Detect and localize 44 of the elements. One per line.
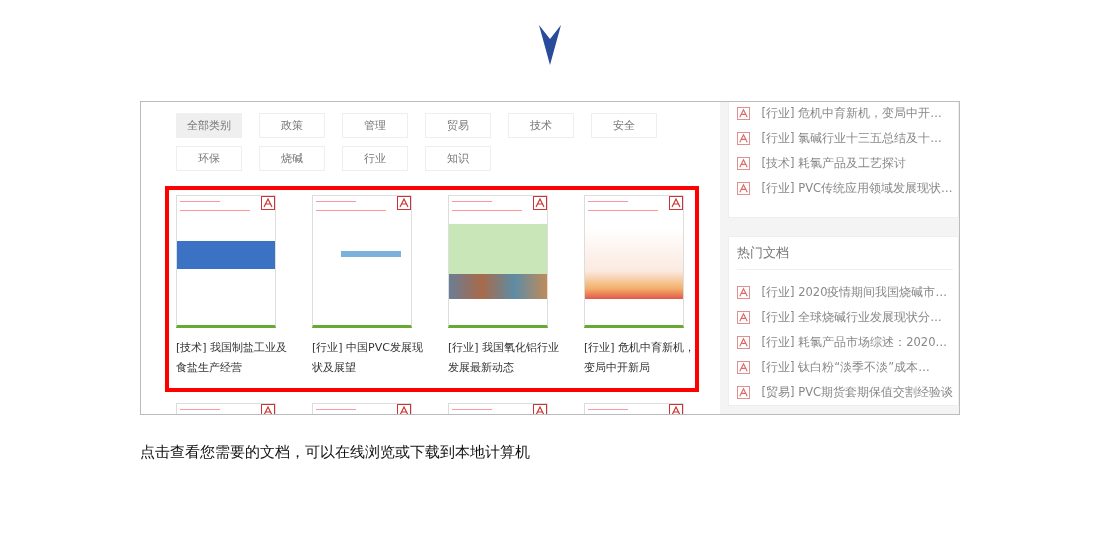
category-filter[interactable]: 全部类别 [176,113,242,138]
category-filter[interactable]: 政策 [259,113,325,138]
category-filter[interactable]: 贸易 [425,113,491,138]
document-link[interactable]: [行业] 全球烧碱行业发展现状分… [761,310,942,325]
document-link[interactable]: [行业] 氯碱行业十三五总结及十… [761,131,942,146]
pdf-icon [736,386,750,399]
pdf-icon [736,286,750,299]
pdf-icon [736,132,750,145]
category-filter[interactable]: 技术 [508,113,574,138]
document-thumbnail[interactable] [448,195,548,328]
pdf-icon [261,196,275,210]
category-filter[interactable]: 管理 [342,113,408,138]
document-link[interactable]: [行业] 钛白粉“淡季不淡”成本… [761,360,930,375]
pdf-icon [736,157,750,170]
caption: 点击查看您需要的文档，可以在线浏览或下载到本地计算机 [140,443,531,462]
chevron-down-icon [539,25,561,65]
pdf-icon [736,361,750,374]
document-link[interactable]: [技术] 耗氯产品及工艺探讨 [761,156,907,171]
document-thumbnail[interactable] [312,195,412,328]
document-title[interactable]: [行业] 我国氧化铝行业发展最新动态 [448,338,562,378]
pdf-icon [736,311,750,324]
pdf-icon [669,196,683,210]
document-title[interactable]: [行业] 中国PVC发展现状及展望 [312,338,426,378]
pdf-icon [533,196,547,210]
document-title[interactable]: [技术] 我国制盐工业及食盐生产经营 [176,338,290,378]
category-filter[interactable]: 知识 [425,146,491,171]
document-link[interactable]: [行业] PVC传统应用领域发展现状… [761,181,953,196]
pdf-icon [736,182,750,195]
document-title[interactable]: [行业] 危机中育新机，变局中开新局 [584,338,698,378]
cover-title-bar [341,251,401,257]
pdf-icon [736,107,750,120]
document-link[interactable]: [行业] 耗氯产品市场综述：2020… [761,335,947,350]
document-link[interactable]: [行业] 危机中育新机，变局中开… [761,106,942,121]
category-filter[interactable]: 环保 [176,146,242,171]
document-link[interactable]: [行业] 2020疫情期间我国烧碱市… [761,285,947,300]
pdf-icon [397,196,411,210]
document-thumbnail[interactable] [176,195,276,328]
pdf-icon [736,336,750,349]
category-filter[interactable]: 烧碱 [259,146,325,171]
category-filter[interactable]: 行业 [342,146,408,171]
document-thumbnail[interactable] [584,195,684,328]
category-filter[interactable]: 安全 [591,113,657,138]
document-link[interactable]: [贸易] PVC期货套期保值交割经验谈 [761,385,954,400]
panel-title: 热门文档 [736,244,953,270]
